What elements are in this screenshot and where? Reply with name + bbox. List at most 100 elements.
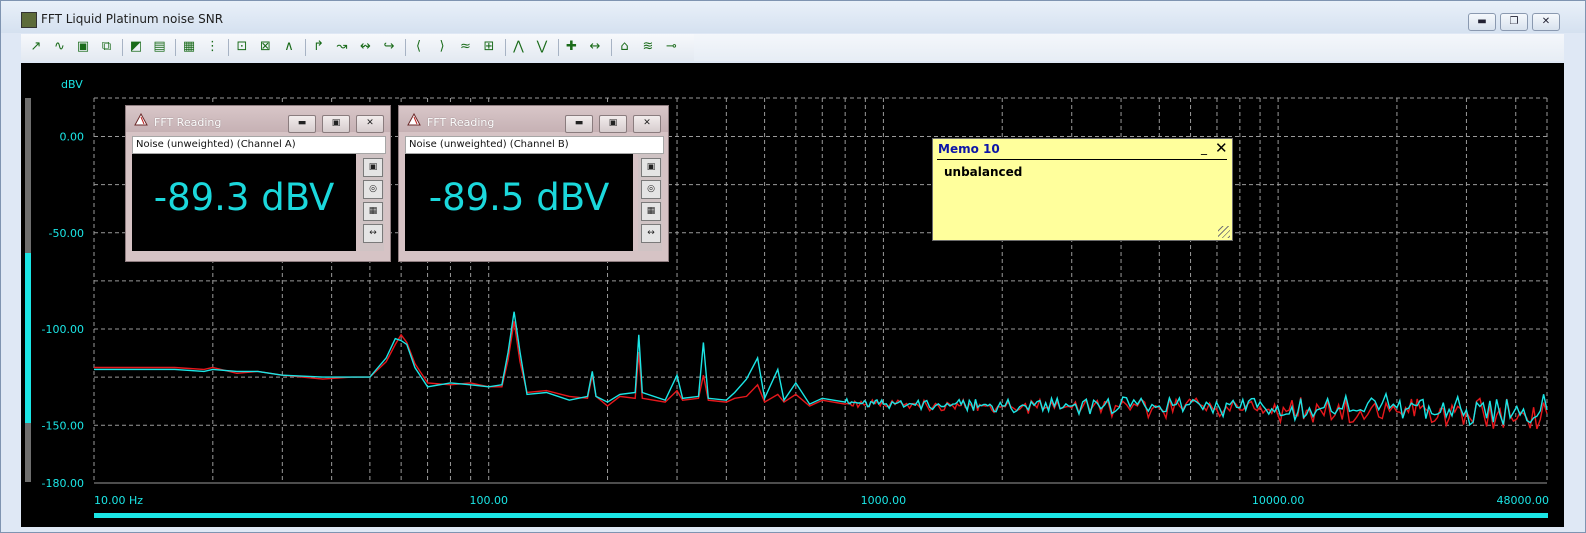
close-button[interactable]: ✕ xyxy=(1532,13,1560,31)
toolbar-separator xyxy=(504,39,506,56)
resize-grip-icon[interactable] xyxy=(1218,226,1230,238)
y-scrollbar-thumb[interactable] xyxy=(25,253,31,423)
table-icon: ▦ xyxy=(646,206,656,216)
memo-minimize-button[interactable]: _ xyxy=(1201,141,1207,155)
decimal-icon: ▣ xyxy=(646,162,656,172)
fft-side-controls: ▣ ◎ ▦ ↔ xyxy=(638,154,662,251)
add-trace-icon[interactable]: ↗ xyxy=(27,38,45,56)
fft-panel-restore-button[interactable]: ▣ xyxy=(322,115,350,133)
memo-title: Memo 10 xyxy=(938,142,1000,156)
graph-view-icon[interactable]: ◩ xyxy=(127,38,145,56)
target-icon: ◎ xyxy=(647,184,655,194)
fft-measurement-label: Noise (unweighted) (Channel A) xyxy=(136,139,296,150)
trace-channel-a[interactable] xyxy=(94,321,1548,430)
y-tick-label: -180.00 xyxy=(42,477,84,490)
y-tick-label: -50.00 xyxy=(49,227,84,240)
y-tick-label: 0.00 xyxy=(60,131,85,144)
fft-panel-title: FFT Reading xyxy=(154,116,222,129)
sheet-icon[interactable]: ▦ xyxy=(180,38,198,56)
fft-measurement-selector[interactable]: Noise (unweighted) (Channel B) xyxy=(405,136,664,154)
scale-y-icon[interactable]: ⟩ xyxy=(433,38,451,56)
autoscale-icon[interactable]: ≈ xyxy=(457,38,475,56)
smooth-trace-icon[interactable]: ∿ xyxy=(51,38,69,56)
expand-button[interactable]: ↔ xyxy=(363,224,383,243)
fft-reading-panel-b[interactable]: FFT Reading ▬ ▣ ✕ Noise (unweighted) (Ch… xyxy=(398,105,669,262)
fft-panel-minimize-button[interactable]: ▬ xyxy=(288,115,316,133)
fft-panel-minimize-button[interactable]: ▬ xyxy=(565,115,593,133)
copy-icon[interactable]: ⧉ xyxy=(98,38,116,56)
cursor-a-icon[interactable]: ↱ xyxy=(310,38,328,56)
fft-reading-panel-a[interactable]: FFT Reading ▬ ▣ ✕ Noise (unweighted) (Ch… xyxy=(125,105,391,262)
memo-close-button[interactable]: ✕ xyxy=(1215,139,1228,157)
fft-readout-value: -89.3 dBV xyxy=(153,176,335,219)
trace-style-icon[interactable]: ∧ xyxy=(280,38,298,56)
cursor-c-icon[interactable]: ↭ xyxy=(357,38,375,56)
table-icon: ▦ xyxy=(368,206,378,216)
memo-divider xyxy=(937,159,1227,160)
memo-note[interactable]: Memo 10 _ ✕ unbalanced xyxy=(932,138,1233,241)
y-tick-label: -150.00 xyxy=(42,419,84,432)
shift-icon[interactable]: ⌂ xyxy=(616,38,634,56)
cursor-d-icon[interactable]: ↪ xyxy=(380,38,398,56)
x-tick-label: 10.00 Hz xyxy=(94,494,143,507)
export-image-icon[interactable]: ▣ xyxy=(74,38,92,56)
target-icon: ◎ xyxy=(369,184,377,194)
target-button[interactable]: ◎ xyxy=(363,180,383,199)
zoom-x-icon[interactable]: ⊡ xyxy=(233,38,251,56)
title-bar[interactable]: FFT Liquid Platinum noise SNR ▬ ❐ ✕ xyxy=(1,1,1585,33)
x-scrollbar-thumb[interactable] xyxy=(94,513,1548,518)
decimal-places-button[interactable]: ▣ xyxy=(363,158,383,177)
data-table-icon[interactable]: ▤ xyxy=(151,38,169,56)
fft-panel-titlebar[interactable]: FFT Reading ▬ ▣ ✕ xyxy=(126,106,390,133)
close-icon: ✕ xyxy=(1541,16,1551,27)
toolbar-separator xyxy=(175,39,176,56)
scale-x-icon[interactable]: ⟨ xyxy=(410,38,428,56)
fft-readout-display: -89.3 dBV xyxy=(132,154,356,251)
select-region-icon[interactable]: ⊞ xyxy=(480,38,498,56)
decimal-places-button[interactable]: ▣ xyxy=(641,158,661,177)
x-tick-label: 10000.00 xyxy=(1252,494,1305,507)
link-icon[interactable]: ↔ xyxy=(586,38,604,56)
table-button[interactable]: ▦ xyxy=(363,202,383,221)
toolbar-separator xyxy=(610,39,612,56)
y-tick-label: -100.00 xyxy=(42,323,84,336)
fft-panel-titlebar[interactable]: FFT Reading ▬ ▣ ✕ xyxy=(399,106,668,133)
toolbar-separator xyxy=(122,39,123,56)
fft-measurement-selector[interactable]: Noise (unweighted) (Channel A) xyxy=(132,136,386,154)
fft-reading-icon xyxy=(134,113,148,126)
expand-icon: ↔ xyxy=(647,228,655,238)
expand-button[interactable]: ↔ xyxy=(641,224,661,243)
toolbar-separator xyxy=(404,39,406,56)
toolbar: ↗ ∿ ▣ ⧉ ◩ ▤ ▦ ⋮ ⊡ ⊠ ∧ ↱ ↝ ↭ ↪ ⟨ ⟩ ≈ ⊞ ⋀ ⋁ ✚ ↔ ⌂ ≋ ⊸ xyxy=(21,34,694,61)
toolbar-separator xyxy=(557,39,559,56)
fft-panel-restore-button[interactable]: ▣ xyxy=(599,115,627,133)
table-button[interactable]: ▦ xyxy=(641,202,661,221)
fft-panel-close-button[interactable]: ✕ xyxy=(356,115,384,133)
fft-panel-close-button[interactable]: ✕ xyxy=(633,115,661,133)
fft-readout-value: -89.5 dBV xyxy=(428,176,610,219)
application-window: FFT Liquid Platinum noise SNR ▬ ❐ ✕ ↗ ∿ ▣ ⧉… xyxy=(0,0,1586,533)
toolbar-separator xyxy=(304,39,306,56)
expand-icon: ↔ xyxy=(369,228,377,238)
y-axis-unit-label: dBV xyxy=(61,78,83,91)
x-tick-label: 1000.00 xyxy=(861,494,907,507)
fft-measurement-label: Noise (unweighted) (Channel B) xyxy=(409,139,569,150)
settings-icon[interactable]: ⊸ xyxy=(663,38,681,56)
restore-icon: ❐ xyxy=(1509,16,1519,27)
numeric-icon[interactable]: ⋮ xyxy=(204,38,222,56)
target-button[interactable]: ◎ xyxy=(641,180,661,199)
add-marker-icon[interactable]: ✚ xyxy=(563,38,581,56)
cursor-b-icon[interactable]: ↝ xyxy=(333,38,351,56)
peak-icon[interactable]: ⋀ xyxy=(510,38,528,56)
zoom-fit-icon[interactable]: ⊠ xyxy=(257,38,275,56)
minimize-icon: ▬ xyxy=(1477,16,1487,27)
dip-icon[interactable]: ⋁ xyxy=(533,38,551,56)
memo-text[interactable]: unbalanced xyxy=(944,165,1022,179)
restore-button[interactable]: ❐ xyxy=(1500,13,1528,31)
compare-icon[interactable]: ≋ xyxy=(639,38,657,56)
minimize-button[interactable]: ▬ xyxy=(1468,13,1496,31)
toolbar-separator xyxy=(228,39,229,56)
window-title: FFT Liquid Platinum noise SNR xyxy=(41,12,224,26)
fft-side-controls: ▣ ◎ ▦ ↔ xyxy=(360,154,384,251)
x-tick-label: 48000.00 xyxy=(1497,494,1550,507)
